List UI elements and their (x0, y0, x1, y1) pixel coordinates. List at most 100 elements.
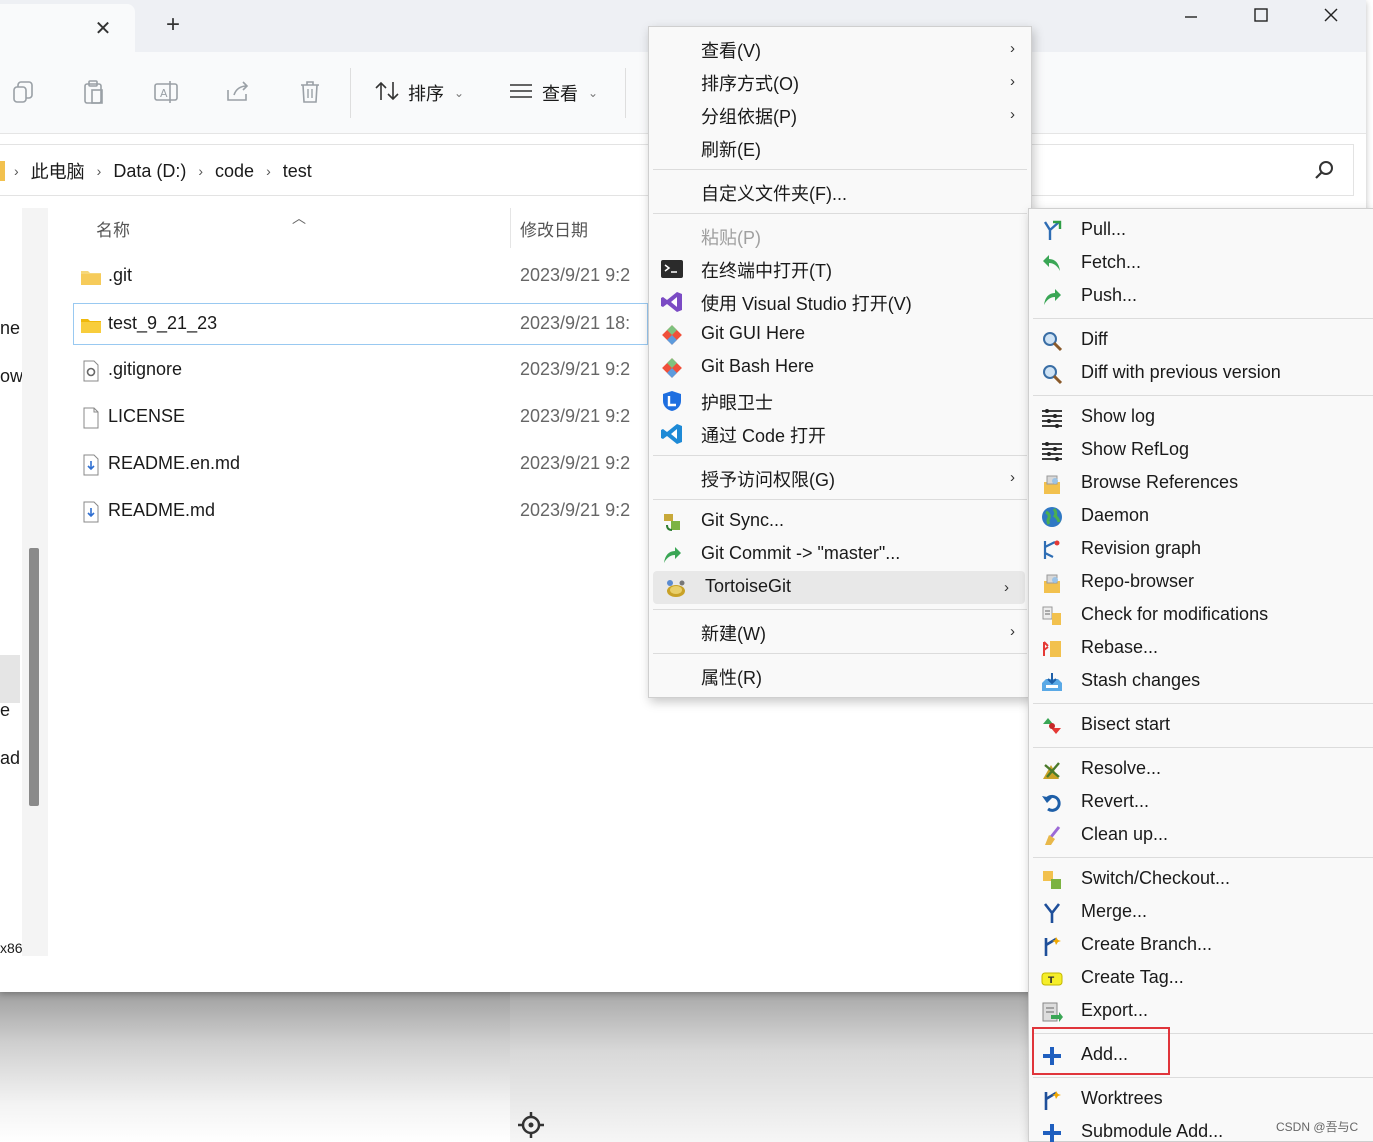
chevron-right-icon: › (266, 163, 271, 179)
menu-item-export[interactable]: Export... (1029, 995, 1373, 1028)
menu-item-label: 在终端中打开(T) (701, 261, 832, 281)
menu-item-properties[interactable]: 属性(R) (649, 659, 1031, 692)
close-window-button[interactable] (1296, 0, 1366, 30)
menu-item-label: Export... (1081, 1000, 1149, 1020)
menu-item-customize-folder[interactable]: 自定义文件夹(F)... (649, 175, 1031, 208)
repo-browser-icon (1041, 572, 1063, 594)
file-date: 2023/9/21 9:2 (520, 406, 631, 426)
menu-item-resolve[interactable]: Resolve... (1029, 753, 1373, 786)
menu-item-label: Create Tag... (1081, 967, 1184, 987)
minimize-button[interactable] (1156, 0, 1226, 30)
paste-icon[interactable] (80, 78, 108, 106)
nav-item-label[interactable]: x86 (0, 940, 23, 956)
menu-item-label: 自定义文件夹(F)... (701, 184, 847, 204)
breadcrumb-item[interactable]: code (215, 161, 254, 182)
breadcrumb-item[interactable]: test (283, 161, 312, 182)
menu-item-label: Push... (1081, 285, 1138, 305)
menu-item-repo-browser[interactable]: Repo-browser (1029, 566, 1373, 599)
menu-item-push[interactable]: Push... (1029, 280, 1373, 313)
menu-item-open-with-code[interactable]: 通过 Code 打开 (649, 417, 1031, 450)
tab-close-icon[interactable]: ✕ (92, 18, 114, 40)
menu-item-tortoisegit[interactable]: TortoiseGit › (653, 571, 1025, 604)
menu-item-bisect-start[interactable]: Bisect start (1029, 709, 1373, 742)
menu-item-sort-by[interactable]: 排序方式(O) › (649, 65, 1031, 98)
menu-item-git-gui[interactable]: Git GUI Here (649, 318, 1031, 351)
file-row[interactable]: LICENSE 2023/9/21 9:2 (74, 397, 674, 439)
sort-ascending-icon: ︿ (292, 210, 306, 226)
menu-item-git-bash[interactable]: Git Bash Here (649, 351, 1031, 384)
file-row[interactable]: .gitignore 2023/9/21 9:2 (74, 350, 674, 392)
menu-item-create-tag[interactable]: T Create Tag... (1029, 962, 1373, 995)
menu-item-fetch[interactable]: Fetch... (1029, 247, 1373, 280)
menu-item-revert[interactable]: Revert... (1029, 786, 1373, 819)
menu-item-revision-graph[interactable]: Revision graph (1029, 533, 1373, 566)
breadcrumb-item[interactable]: Data (D:) (113, 161, 186, 182)
menu-item-open-visual-studio[interactable]: 使用 Visual Studio 打开(V) (649, 285, 1031, 318)
sort-button[interactable]: 排序 ⌄ (374, 78, 464, 108)
column-header-date[interactable]: 修改日期 (520, 216, 588, 241)
watermark: CSDN @吾与C (1276, 1120, 1359, 1134)
git-commit-icon (661, 544, 683, 566)
new-tab-icon[interactable]: + (162, 13, 184, 37)
file-row-selected[interactable]: test_9_21_23 2023/9/21 18: (73, 303, 648, 345)
menu-item-browse-references[interactable]: Browse References (1029, 467, 1373, 500)
delete-icon[interactable] (296, 78, 324, 106)
menu-item-show-reflog[interactable]: Show RefLog (1029, 434, 1373, 467)
menu-item-create-branch[interactable]: Create Branch... (1029, 929, 1373, 962)
menu-item-diff[interactable]: Diff (1029, 324, 1373, 357)
menu-item-switch-checkout[interactable]: Switch/Checkout... (1029, 863, 1373, 896)
menu-item-diff-previous[interactable]: Diff with previous version (1029, 357, 1373, 390)
fetch-icon (1041, 253, 1063, 275)
tortoisegit-icon (665, 577, 687, 599)
nav-item-label[interactable]: ne (0, 318, 20, 339)
revision-graph-icon (1041, 539, 1063, 561)
search-icon[interactable] (1312, 159, 1336, 183)
nav-scrollbar-thumb[interactable] (29, 548, 39, 806)
view-button[interactable]: 查看 ⌄ (508, 78, 598, 108)
file-name: .gitignore (108, 359, 183, 379)
menu-item-eye-guard[interactable]: 护眼卫士 (649, 384, 1031, 417)
git-icon (661, 357, 683, 379)
view-label: 查看 (542, 84, 578, 104)
menu-item-clean-up[interactable]: Clean up... (1029, 819, 1373, 852)
nav-item-selected[interactable] (0, 655, 20, 703)
nav-item-label[interactable]: ow (0, 366, 23, 387)
menu-item-pull[interactable]: Pull... (1029, 214, 1373, 247)
rename-icon[interactable]: A (152, 78, 180, 106)
menu-item-grant-access[interactable]: 授予访问权限(G) › (649, 461, 1031, 494)
nav-item-label[interactable]: e (0, 700, 10, 721)
file-row[interactable]: README.md 2023/9/21 9:2 (74, 491, 674, 533)
menu-item-label: 分组依据(P) (701, 107, 797, 127)
menu-item-label: Resolve... (1081, 758, 1162, 778)
menu-item-refresh[interactable]: 刷新(E) (649, 131, 1031, 164)
explorer-tab[interactable]: ✕ (0, 4, 135, 52)
menu-item-open-terminal[interactable]: 在终端中打开(T) (649, 252, 1031, 285)
menu-item-merge[interactable]: Merge... (1029, 896, 1373, 929)
file-row[interactable]: .git 2023/9/21 9:2 (74, 256, 674, 298)
sort-icon (374, 80, 400, 107)
file-name: README.en.md (108, 453, 241, 473)
share-icon[interactable] (224, 78, 252, 106)
menu-item-stash-changes[interactable]: Stash changes (1029, 665, 1373, 698)
menu-item-rebase[interactable]: Rebase... (1029, 632, 1373, 665)
column-header-name[interactable]: 名称 (96, 216, 130, 241)
menu-item-show-log[interactable]: Show log (1029, 401, 1373, 434)
file-row[interactable]: README.en.md 2023/9/21 9:2 (74, 444, 674, 486)
check-modifications-icon (1041, 605, 1063, 627)
menu-item-daemon[interactable]: Daemon (1029, 500, 1373, 533)
menu-item-worktrees[interactable]: Worktrees (1029, 1083, 1373, 1116)
nav-item-label[interactable]: ad (0, 748, 20, 769)
menu-item-check-modifications[interactable]: Check for modifications (1029, 599, 1373, 632)
menu-item-view[interactable]: 查看(V) › (649, 32, 1031, 65)
menu-item-git-sync[interactable]: Git Sync... (649, 505, 1031, 538)
copy-icon[interactable] (10, 78, 38, 106)
breadcrumb-item[interactable]: 此电脑 (31, 158, 85, 184)
menu-item-group-by[interactable]: 分组依据(P) › (649, 98, 1031, 131)
column-divider[interactable] (510, 208, 511, 248)
desktop-background-panel (510, 990, 1030, 1142)
export-icon (1041, 1001, 1063, 1023)
maximize-button[interactable] (1226, 0, 1296, 30)
chevron-right-icon: › (1004, 579, 1009, 596)
menu-item-git-commit[interactable]: Git Commit -> "master"... (649, 538, 1031, 571)
menu-item-new[interactable]: 新建(W) › (649, 615, 1031, 648)
